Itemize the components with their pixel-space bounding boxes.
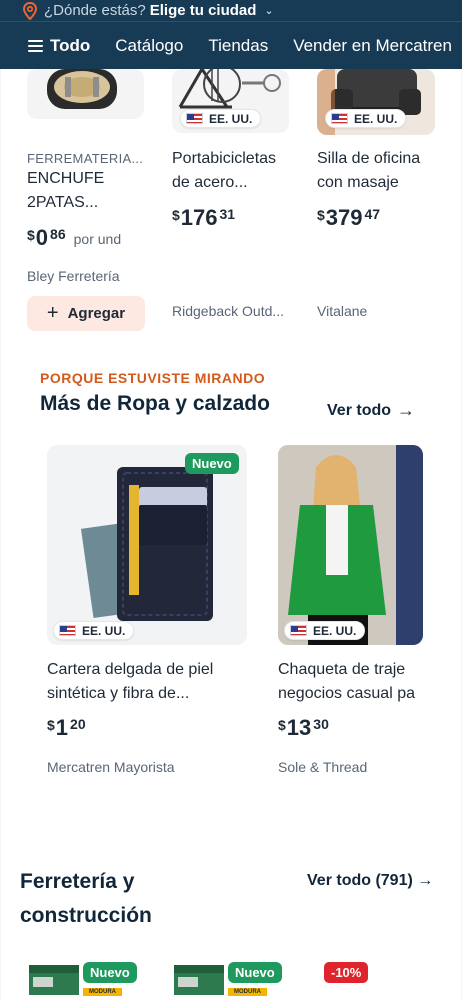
product-image-silla[interactable]: EE. UU. [317,69,435,135]
section-title: Ferretería y construcción [20,870,152,927]
product-brand-strip: MODURA [83,988,122,996]
product-image-portabicicletas[interactable]: EE. UU. [172,69,289,133]
product-brand: FERREMATERIA... [27,151,144,166]
origin-badge: EE. UU. [325,109,407,128]
new-tag: Nuevo [228,962,282,983]
location-prompt: ¿Dónde estás? [44,2,146,19]
hamburger-icon [28,39,43,52]
price-integer: 0 [35,225,49,250]
price-integer: 1 [55,715,69,740]
plug-illustration [47,69,117,109]
nav-link-vender[interactable]: Vender en Mercatren [293,36,452,56]
product-image-cartera[interactable]: Nuevo EE. UU. [47,445,247,645]
origin-badge-label: EE. UU. [354,111,398,126]
price-decimal: 47 [364,206,381,222]
us-flag-icon [59,625,76,636]
price-decimal: 31 [219,206,236,222]
product-title-line[interactable]: con masaje [317,171,399,195]
product-title-line[interactable]: 2PATAS... [27,191,98,215]
product-image-hardware-1[interactable]: Nuevo MODURA [27,959,142,1000]
seller-name[interactable]: Ridgeback Outd... [172,303,284,319]
us-flag-icon [290,625,307,636]
product-title-line[interactable]: Chaqueta de traje [278,658,423,682]
origin-badge-label: EE. UU. [313,623,357,638]
see-all-link[interactable]: Ver todo (791) → [307,872,433,890]
arrow-right-icon: → [397,400,416,420]
product-title-line[interactable]: negocios casual pa [278,682,423,706]
product-title-line[interactable]: Silla de oficina [317,147,420,171]
origin-badge-label: EE. UU. [82,623,126,638]
price-integer: 176 [180,205,218,230]
price-integer: 13 [286,715,312,740]
new-tag: Nuevo [185,453,239,474]
section-eyebrow: PORQUE ESTUVISTE MIRANDO [40,370,266,386]
product-price: $ 176 31 [172,205,235,231]
product-title-line[interactable]: Portabicicletas [172,147,276,171]
price-currency: $ [278,717,286,733]
location-cta[interactable]: Elige tu ciudad [150,2,257,19]
price-currency: $ [172,207,180,223]
seller-name[interactable]: Sole & Thread [278,759,367,775]
price-decimal: 30 [313,716,329,732]
location-selector[interactable]: ¿Dónde estás? Elige tu ciudad ⌄ [0,0,462,22]
plus-icon: + [46,302,59,324]
price-currency: $ [27,227,35,243]
new-tag: Nuevo [83,962,137,983]
product-price: $ 1 20 [47,715,86,741]
main-nav: Todo Catálogo Tiendas Vender en Mercatre… [0,22,462,69]
product-title-line[interactable]: ENCHUFE [27,167,104,191]
see-all-label: Ver todo (791) [307,872,413,889]
section-title: Más de Ropa y calzado [40,392,270,415]
product-title-line[interactable]: sintética y fibra de... [47,682,189,706]
add-to-cart-button[interactable]: + Agregar [27,296,145,331]
product-brand-strip: MODURA [228,988,267,996]
product-price: $ 0 86 por und [27,225,121,251]
price-unit: por und [73,231,122,247]
arrow-right-icon: → [417,872,434,889]
us-flag-icon [186,113,203,124]
add-button-label: Agregar [67,305,126,322]
page-content: EE. UU. EE. UU. FERREMATERIA... ENCHUFE … [1,69,461,1000]
product-image-chaqueta[interactable]: EE. UU. [278,445,423,645]
wallet-illustration [80,467,213,621]
product-price: $ 13 30 [278,715,329,741]
nav-link-catalogo[interactable]: Catálogo [115,36,183,56]
us-flag-icon [331,113,348,124]
product-price: $ 379 47 [317,205,380,231]
product-image-hardware-2[interactable]: Nuevo MODURA [172,959,287,1000]
jacket-model-illustration [278,445,423,645]
product-title-line[interactable]: Cartera delgada de piel [47,658,213,682]
location-pin-icon [22,1,38,20]
product-image-enchufe[interactable] [27,69,144,119]
price-currency: $ [47,717,55,733]
origin-badge: EE. UU. [53,621,135,640]
seller-name[interactable]: Vitalane [317,303,367,319]
seller-name[interactable]: Mercatren Mayorista [47,759,175,775]
seller-name[interactable]: Bley Ferretería [27,268,120,284]
all-menu-button[interactable]: Todo [28,36,90,56]
origin-badge: EE. UU. [284,621,366,640]
see-all-label: Ver todo [327,401,392,419]
all-menu-label: Todo [50,35,91,55]
discount-tag: -10% [324,962,369,983]
chevron-down-icon: ⌄ [264,5,274,17]
price-integer: 379 [325,205,363,230]
origin-badge-label: EE. UU. [209,111,253,126]
top-header: ¿Dónde estás? Elige tu ciudad ⌄ Todo Cat… [0,0,462,69]
origin-badge: EE. UU. [180,109,262,128]
product-title-line[interactable]: de acero... [172,171,248,195]
price-decimal: 20 [70,716,86,732]
price-decimal: 86 [50,226,66,242]
price-currency: $ [317,207,325,223]
see-all-link[interactable]: Ver todo → [327,400,415,421]
nav-link-tiendas[interactable]: Tiendas [208,36,268,56]
